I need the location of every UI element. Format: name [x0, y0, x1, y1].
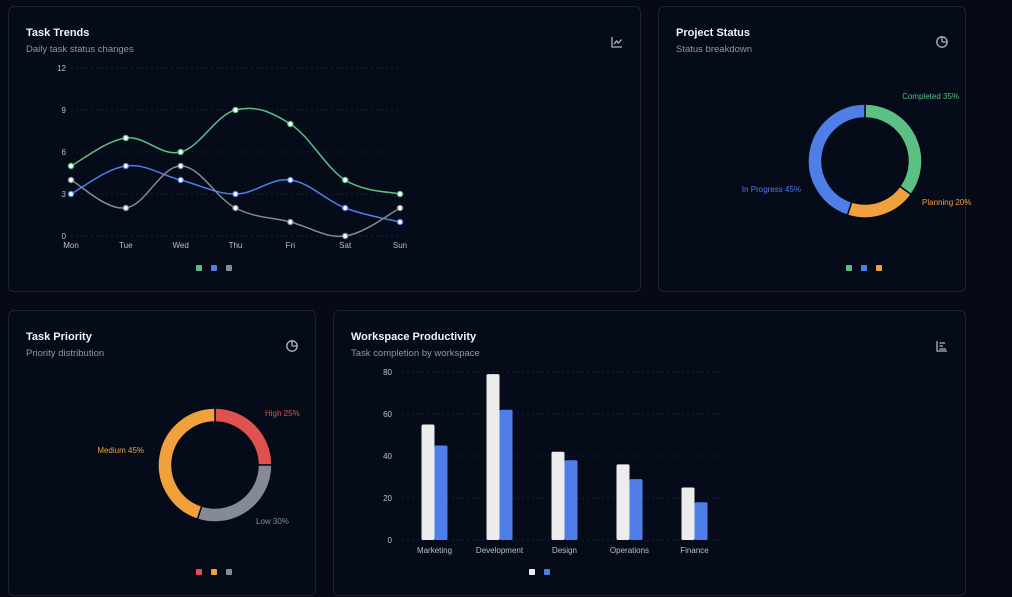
y-tick-label: 9 [62, 106, 67, 115]
series-line [70, 107, 401, 195]
legend-swatch[interactable] [544, 569, 550, 575]
x-tick-label: Sat [339, 241, 352, 250]
trends-legend [196, 265, 232, 271]
y-tick-label: 40 [383, 452, 392, 461]
pie-slice [214, 407, 273, 466]
bar [629, 479, 643, 540]
bar [551, 451, 565, 540]
status-chart: Completed 35% Planning 20% In Progress 45% [742, 92, 971, 219]
data-point [177, 148, 184, 156]
slice-label: In Progress 45% [742, 185, 801, 194]
bar [499, 409, 513, 540]
data-point [122, 134, 130, 142]
data-point [287, 176, 294, 184]
data-point [287, 218, 294, 226]
x-tick-label: Fri [286, 241, 296, 250]
y-tick-label: 12 [57, 64, 66, 73]
bar [486, 374, 500, 540]
pie-slice [807, 103, 866, 217]
legend-swatch[interactable] [876, 265, 882, 271]
data-point [341, 176, 349, 184]
x-tick-label: Design [552, 546, 577, 555]
data-point [122, 204, 130, 212]
x-tick-label: Wed [173, 241, 189, 250]
x-tick-label: Development [476, 546, 524, 555]
legend-swatch[interactable] [529, 569, 535, 575]
legend-swatch[interactable] [226, 265, 232, 271]
legend-swatch[interactable] [211, 265, 217, 271]
legend-swatch[interactable] [846, 265, 852, 271]
data-point [67, 176, 75, 184]
x-tick-label: Thu [229, 241, 243, 250]
slice-label: Completed 35% [902, 92, 959, 101]
pie-slice [846, 185, 913, 219]
data-point [232, 106, 239, 114]
slice-label: Medium 45% [97, 446, 144, 455]
workspace-productivity-card: Workspace Productivity Task completion b… [333, 310, 966, 596]
y-tick-label: 0 [62, 232, 67, 241]
y-tick-label: 20 [383, 494, 392, 503]
data-point [287, 120, 294, 128]
legend-swatch[interactable] [211, 569, 217, 575]
data-point [341, 232, 349, 240]
pie-slice [864, 103, 923, 196]
bar [616, 464, 630, 540]
x-tick-label: Finance [680, 546, 709, 555]
series-line [70, 165, 401, 238]
legend-swatch[interactable] [861, 265, 867, 271]
x-tick-label: Marketing [417, 546, 452, 555]
task-trends-card: Task Trends Daily task status changes 03… [8, 6, 641, 292]
trends-chart: 0 3 6 9 12 Mon Tue Wed Thu Fri Sat Sun [57, 64, 407, 250]
bar [681, 487, 695, 540]
slice-label: Planning 20% [922, 198, 971, 207]
data-point [67, 162, 75, 170]
legend-swatch[interactable] [196, 265, 202, 271]
data-point [232, 190, 239, 198]
x-tick-label: Sun [393, 241, 407, 250]
y-tick-label: 60 [383, 410, 392, 419]
data-point [396, 204, 404, 212]
productivity-legend [529, 569, 550, 575]
legend-swatch[interactable] [196, 569, 202, 575]
productivity-chart: 0 20 40 60 80 Marketing Development Design Opera… [383, 368, 727, 555]
y-tick-label: 3 [62, 190, 67, 199]
status-legend [846, 265, 882, 271]
x-tick-label: Mon [63, 241, 79, 250]
priority-legend [196, 569, 232, 575]
y-tick-label: 6 [62, 148, 67, 157]
priority-chart: High 25% Low 30% Medium 45% [97, 407, 300, 526]
y-tick-label: 80 [383, 368, 392, 377]
task-priority-card: Task Priority Priority distribution High… [8, 310, 316, 596]
data-point [67, 190, 75, 198]
slice-label: Low 30% [256, 517, 289, 526]
data-point [232, 204, 239, 212]
slice-label: High 25% [265, 409, 300, 418]
data-point [396, 190, 404, 198]
project-status-card: Project Status Status breakdown Complete… [658, 6, 971, 292]
pie-slice [157, 407, 216, 521]
bar [421, 424, 435, 540]
bar [564, 460, 578, 540]
bar [434, 445, 448, 540]
data-point [177, 162, 184, 170]
x-tick-label: Operations [610, 546, 649, 555]
data-point [341, 204, 349, 212]
data-point [177, 176, 184, 184]
legend-swatch[interactable] [226, 569, 232, 575]
data-point [396, 218, 404, 226]
y-tick-label: 0 [388, 536, 393, 545]
data-point [122, 162, 130, 170]
bar [694, 502, 708, 540]
pie-slice [196, 464, 273, 523]
x-tick-label: Tue [119, 241, 133, 250]
